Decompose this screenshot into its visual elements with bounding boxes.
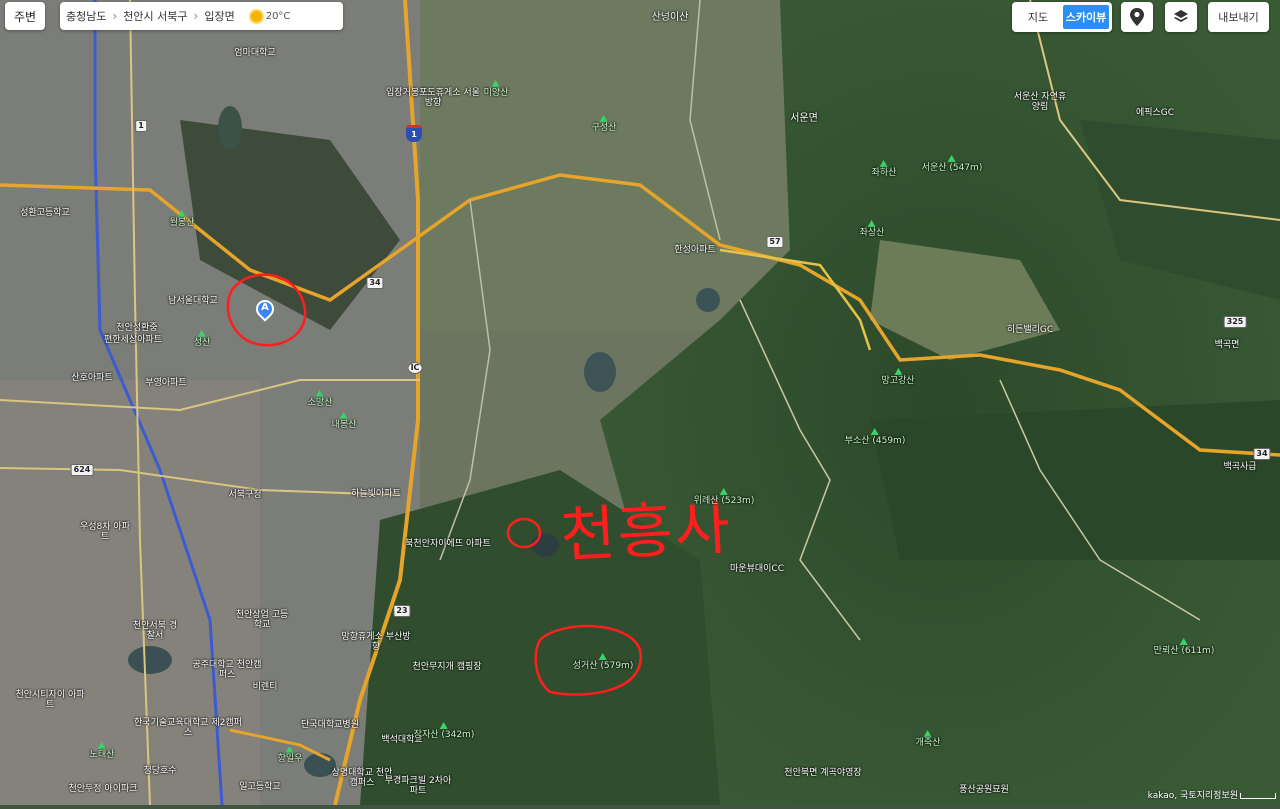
breadcrumb-town[interactable]: 입장면 bbox=[198, 8, 240, 24]
place-label[interactable]: 망향휴게소 부산방향 bbox=[341, 632, 411, 653]
place-label[interactable]: 히든밸리GC bbox=[1007, 325, 1053, 335]
place-label[interactable]: 천안북면 계곡야영장 bbox=[783, 768, 863, 778]
place-label[interactable]: 서북구청 bbox=[228, 490, 261, 500]
mountain-label[interactable]: 노태산 bbox=[90, 742, 114, 760]
layers-button[interactable] bbox=[1165, 2, 1197, 32]
place-label[interactable]: 산호아파트 bbox=[71, 373, 112, 383]
place-label[interactable]: 에픽스GC bbox=[1136, 108, 1174, 118]
export-button[interactable]: 내보내기 bbox=[1208, 2, 1269, 32]
sun-icon bbox=[250, 10, 262, 22]
roadview-button[interactable] bbox=[1121, 2, 1153, 32]
mountain-label[interactable]: 미양산 bbox=[484, 80, 508, 98]
breadcrumb: 충청남도 › 천안시 서북구 › 입장면 20°C bbox=[60, 2, 343, 30]
map-type-map[interactable]: 지도 bbox=[1015, 5, 1061, 29]
place-label[interactable]: 천안시티자이 아파트 bbox=[15, 690, 85, 711]
place-label[interactable]: 산넝이산 bbox=[652, 12, 689, 24]
marker-letter: A bbox=[261, 302, 269, 313]
place-label[interactable]: 백곡면 bbox=[1215, 340, 1240, 350]
mountain-label[interactable]: 위례산 (523m) bbox=[694, 488, 754, 506]
road-shield: 34 bbox=[1253, 448, 1271, 460]
place-label[interactable]: 우성8차 아파트 bbox=[80, 522, 130, 543]
mountain-label[interactable]: 부소산 (459m) bbox=[845, 428, 905, 446]
roadview-pin-icon bbox=[1130, 8, 1144, 26]
mountain-label[interactable]: 서운산 (547m) bbox=[922, 155, 982, 173]
place-label[interactable]: 공주대학교 천안캠퍼스 bbox=[192, 660, 262, 681]
nearby-button[interactable]: 주변 bbox=[5, 2, 45, 30]
mountain-label[interactable]: 구성산 bbox=[592, 115, 616, 133]
road-shield: 23 bbox=[393, 605, 411, 617]
road-shield: 325 bbox=[1223, 316, 1247, 328]
map-attribution: kakao, 국토지리정보원 bbox=[1147, 791, 1238, 801]
road-shield: 57 bbox=[766, 236, 784, 248]
place-label[interactable]: 천안성환중 bbox=[116, 323, 157, 333]
mountain-label[interactable]: 개죽산 bbox=[916, 730, 940, 748]
breadcrumb-province[interactable]: 충청남도 bbox=[60, 8, 112, 24]
place-label[interactable]: 천안두정 아이파크 bbox=[68, 784, 138, 794]
road-shield: 34 bbox=[366, 277, 384, 289]
mountain-label[interactable]: 좌상산 bbox=[860, 220, 884, 238]
place-label[interactable]: 백곡사급 bbox=[1223, 462, 1256, 472]
road-shield: 624 bbox=[70, 464, 94, 476]
place-label[interactable]: 편한세상아파트 bbox=[104, 335, 162, 345]
satellite-imagery bbox=[0, 0, 1280, 806]
mountain-label[interactable]: 좌하산 bbox=[872, 160, 896, 178]
mountain-label[interactable]: 장자산 (342m) bbox=[414, 722, 474, 740]
place-label[interactable]: 하늘빛아파트 bbox=[351, 489, 401, 499]
place-label[interactable]: 단국대학교병원 bbox=[300, 720, 360, 730]
breadcrumb-city[interactable]: 천안시 서북구 bbox=[117, 8, 193, 24]
place-label[interactable]: 성환고등학교 bbox=[20, 208, 70, 218]
map-type-toggle: 지도 스카이뷰 bbox=[1012, 2, 1112, 32]
place-label[interactable]: 비렌티 bbox=[253, 682, 278, 692]
mountain-label[interactable]: 월봉산 bbox=[170, 210, 194, 228]
place-label[interactable]: 일고등학교 bbox=[239, 782, 280, 792]
mountain-label[interactable]: 성산 bbox=[194, 330, 210, 348]
place-label[interactable]: 남서울대학교 bbox=[168, 296, 218, 306]
scale-bar bbox=[1240, 793, 1276, 799]
place-label[interactable]: 서운산 자연휴양림 bbox=[1010, 92, 1070, 113]
place-label[interactable]: 부영아파트 bbox=[145, 378, 186, 388]
mountain-label[interactable]: 망고강산 bbox=[881, 368, 915, 386]
interchange-shield: IC bbox=[407, 362, 423, 374]
place-label[interactable]: 천안무지개 캠핑장 bbox=[412, 662, 482, 672]
place-label[interactable]: 마운뷰대이CC bbox=[730, 564, 784, 574]
mountain-label[interactable]: 만뢰산 (611m) bbox=[1154, 638, 1214, 656]
place-label[interactable]: 서운면 bbox=[790, 113, 818, 125]
mountain-label[interactable]: 내봉산 bbox=[332, 412, 356, 430]
satellite-map[interactable]: A 천흥사 산넝이산 엄마대학교 입장거봉포도휴게소 서울방향 미양산 구성산 … bbox=[0, 0, 1280, 806]
layers-icon bbox=[1174, 10, 1188, 22]
place-label[interactable]: 청당호수 bbox=[143, 766, 176, 776]
place-label[interactable]: 한성아파트 bbox=[674, 245, 715, 255]
place-label[interactable]: 한국기술교육대학교 제2캠퍼스 bbox=[133, 718, 243, 739]
location-marker-a[interactable]: A bbox=[252, 296, 278, 326]
place-label[interactable]: 천안서북 경찰서 bbox=[130, 621, 180, 642]
mountain-label[interactable]: 성거산 (579m) bbox=[573, 653, 633, 671]
temperature: 20°C bbox=[265, 10, 291, 22]
expressway-shield: 1 bbox=[406, 125, 422, 142]
mountain-label[interactable]: 향일우 bbox=[278, 746, 302, 764]
place-label[interactable]: 부경파크빌 2차아파트 bbox=[383, 776, 453, 797]
place-label[interactable]: 엄마대학교 bbox=[234, 48, 275, 58]
place-label[interactable]: 입장거봉포도휴게소 서울방향 bbox=[383, 88, 483, 109]
mountain-label[interactable]: 소망산 bbox=[308, 390, 332, 408]
road-shield: 1 bbox=[135, 120, 147, 132]
place-label[interactable]: 천안상업 고등학교 bbox=[232, 610, 292, 631]
place-label[interactable]: 풍산공원묘원 bbox=[959, 785, 1009, 795]
place-label[interactable]: 북천안자이에뜨 아파트 bbox=[396, 539, 500, 549]
map-type-skyview[interactable]: 스카이뷰 bbox=[1063, 5, 1109, 29]
